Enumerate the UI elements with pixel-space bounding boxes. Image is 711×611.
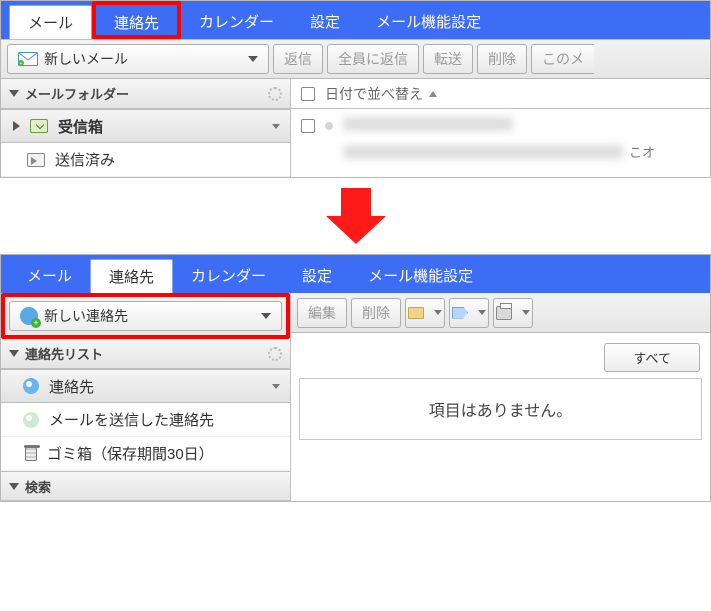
reply-all-button[interactable]: 全員に返信	[327, 44, 419, 74]
edit-button[interactable]: 編集	[297, 298, 347, 328]
sidebar-item-inbox[interactable]: 受信箱	[1, 109, 290, 143]
inbox-icon	[30, 119, 48, 133]
sidebar-item-trash[interactable]: ゴミ箱（保存期間30日）	[1, 437, 290, 471]
sent-contacts-label: メールを送信した連絡先	[49, 409, 214, 430]
dropdown-caret-icon	[522, 310, 530, 315]
collapse-icon	[9, 350, 19, 357]
compose-mail-label: 新しいメール	[44, 49, 128, 69]
sent-icon	[27, 153, 45, 167]
tab-mail-settings[interactable]: メール機能設定	[350, 255, 491, 293]
contacts-panel: メール 連絡先 カレンダー 設定 メール機能設定 新しい連絡先 連絡先リスト	[0, 254, 711, 502]
reply-button[interactable]: 返信	[273, 44, 323, 74]
contacts-right-column: 編集 削除 すべて 項目はありません。	[291, 293, 710, 501]
row-checkbox[interactable]	[301, 119, 315, 133]
new-contact-highlight: 新しい連絡先	[1, 293, 290, 339]
main-tabbar: メール 連絡先 カレンダー 設定 メール機能設定	[1, 1, 710, 39]
mail-toolbar: + 新しいメール 返信 全員に返信 転送 削除 このメ	[1, 39, 710, 79]
main-tabbar-2: メール 連絡先 カレンダー 設定 メール機能設定	[1, 255, 710, 293]
down-arrow-icon	[326, 188, 386, 244]
mail-folders-title: メールフォルダー	[25, 84, 129, 103]
collapse-icon	[9, 483, 19, 490]
print-icon	[496, 306, 512, 320]
tag-button[interactable]	[449, 298, 489, 328]
tab-contacts[interactable]: 連絡先	[90, 259, 173, 293]
mail-icon: +	[18, 52, 38, 66]
message-snippet-suffix: こオ	[629, 142, 655, 161]
mail-list-area: 日付で並べ替え こオ	[291, 79, 710, 177]
gear-icon[interactable]	[268, 87, 282, 101]
tab-mail[interactable]: メール	[9, 255, 90, 293]
dropdown-caret-icon[interactable]	[272, 124, 280, 129]
dropdown-caret-icon[interactable]	[272, 384, 280, 389]
mail-body: メールフォルダー 受信箱 送信済み 日付で並べ替え	[1, 79, 710, 177]
unread-dot-icon	[325, 122, 333, 130]
contacts-toolbar: 編集 削除	[291, 293, 710, 333]
compose-mail-button[interactable]: + 新しいメール	[7, 44, 269, 74]
svg-text:+: +	[20, 61, 23, 66]
tab-settings[interactable]: 設定	[284, 255, 350, 293]
sent-label: 送信済み	[55, 149, 115, 170]
select-all-checkbox[interactable]	[301, 87, 315, 101]
mail-sidebar: メールフォルダー 受信箱 送信済み	[1, 79, 291, 177]
contacts-left-column: 新しい連絡先 連絡先リスト 連絡先 メールを送信した連絡先 ゴミ箱（保存期	[1, 293, 291, 501]
tag-icon	[452, 307, 468, 319]
contact-list-header[interactable]: 連絡先リスト	[1, 339, 290, 369]
trash-icon	[25, 447, 37, 461]
sent-contact-icon	[23, 412, 39, 428]
print-button[interactable]	[493, 298, 533, 328]
gear-icon[interactable]	[268, 347, 282, 361]
contacts-label: 連絡先	[49, 376, 94, 397]
collapse-icon	[9, 90, 19, 97]
new-contact-label: 新しい連絡先	[44, 306, 128, 326]
dropdown-caret-icon	[248, 56, 258, 62]
add-contact-icon	[20, 307, 38, 325]
tab-settings[interactable]: 設定	[292, 1, 358, 39]
sidebar-item-sent-contacts[interactable]: メールを送信した連絡先	[1, 403, 290, 437]
contact-list-title: 連絡先リスト	[25, 344, 103, 363]
inbox-label: 受信箱	[58, 116, 103, 137]
sort-asc-icon	[429, 91, 437, 97]
mail-panel: メール 連絡先 カレンダー 設定 メール機能設定 + 新しいメール 返信 全員に…	[0, 0, 711, 178]
tab-mail[interactable]: メール	[9, 5, 92, 39]
message-subject-redacted	[343, 145, 623, 159]
move-to-folder-button[interactable]	[405, 298, 445, 328]
dropdown-caret-icon	[434, 310, 442, 315]
expand-icon	[13, 121, 20, 131]
new-contact-button[interactable]: 新しい連絡先	[9, 301, 282, 331]
search-title: 検索	[25, 477, 51, 496]
dropdown-caret-icon	[261, 313, 271, 319]
sort-by-date-label[interactable]: 日付で並べ替え	[325, 84, 423, 104]
mail-list-header: 日付で並べ替え	[291, 79, 710, 109]
sidebar-item-sent[interactable]: 送信済み	[1, 143, 290, 177]
tab-mail-settings[interactable]: メール機能設定	[358, 1, 499, 39]
this-mail-button[interactable]: このメ	[531, 44, 594, 74]
delete-button[interactable]: 削除	[477, 44, 527, 74]
sidebar-item-contacts[interactable]: 連絡先	[1, 369, 290, 403]
message-row[interactable]: こオ	[291, 109, 710, 169]
tab-calendar[interactable]: カレンダー	[173, 255, 284, 293]
tab-calendar[interactable]: カレンダー	[181, 1, 292, 39]
trash-label: ゴミ箱（保存期間30日）	[47, 443, 214, 464]
mail-folders-header[interactable]: メールフォルダー	[1, 79, 290, 109]
message-preview: こオ	[343, 117, 700, 161]
empty-list-message: 項目はありません。	[299, 378, 702, 440]
search-header[interactable]: 検索	[1, 471, 290, 501]
show-all-button[interactable]: すべて	[604, 343, 700, 372]
contact-icon	[23, 378, 39, 394]
folder-icon	[408, 307, 424, 319]
dropdown-caret-icon	[478, 310, 486, 315]
tab-contacts-highlighted[interactable]: 連絡先	[92, 1, 181, 39]
delete-contact-button[interactable]: 削除	[351, 298, 401, 328]
message-sender-redacted	[343, 117, 513, 131]
forward-button[interactable]: 転送	[423, 44, 473, 74]
